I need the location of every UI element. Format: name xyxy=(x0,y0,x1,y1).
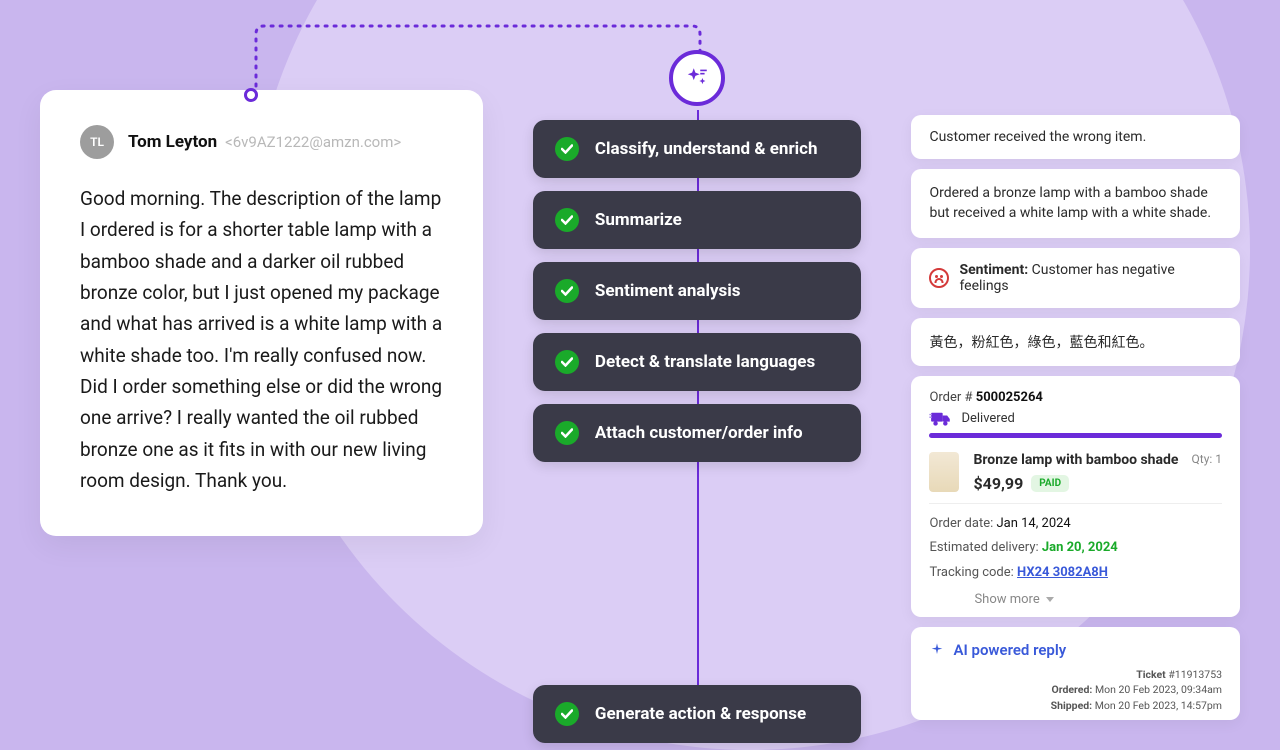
step-label: Sentiment analysis xyxy=(595,281,741,301)
avatar: TL xyxy=(80,125,114,159)
chevron-down-icon xyxy=(1046,597,1054,602)
order-details: Order date: Jan 14, 2024 Estimated deliv… xyxy=(929,512,1222,586)
truck-icon xyxy=(929,411,951,427)
output-summarize: Ordered a bronze lamp with a bamboo shad… xyxy=(911,169,1240,238)
output-reply: AI powered reply Ticket #11913753 Ordere… xyxy=(911,627,1240,720)
check-icon xyxy=(555,350,579,374)
step-label: Detect & translate languages xyxy=(595,352,815,372)
order-number: Order # 500025264 xyxy=(929,390,1222,405)
sender-name: Tom Leyton xyxy=(128,132,217,152)
check-icon xyxy=(555,137,579,161)
check-icon xyxy=(555,702,579,726)
connector-end-dot xyxy=(244,88,258,102)
paid-badge: PAID xyxy=(1031,475,1069,492)
item-name: Bronze lamp with bamboo shade xyxy=(973,452,1178,468)
show-more-button[interactable]: Show more xyxy=(929,592,1222,607)
step-label: Classify, understand & enrich xyxy=(595,139,818,159)
delivery-progress xyxy=(929,433,1222,438)
sparkle-icon xyxy=(684,65,710,91)
order-status: Delivered xyxy=(961,411,1222,426)
output-classify: Customer received the wrong item. xyxy=(911,115,1240,159)
reply-title: AI powered reply xyxy=(929,641,1222,659)
check-icon xyxy=(555,208,579,232)
sentiment-label: Sentiment: xyxy=(959,262,1028,278)
sad-face-icon xyxy=(929,268,949,288)
step-attach[interactable]: Attach customer/order info xyxy=(533,404,862,462)
email-card: TL Tom Leyton <6v9AZ1222@amzn.com> Good … xyxy=(40,90,483,536)
ai-sparkle-badge xyxy=(669,50,725,106)
step-summarize[interactable]: Summarize xyxy=(533,191,862,249)
step-label: Summarize xyxy=(595,210,682,230)
item-thumbnail xyxy=(929,452,959,492)
email-header: TL Tom Leyton <6v9AZ1222@amzn.com> xyxy=(80,125,443,159)
step-translate[interactable]: Detect & translate languages xyxy=(533,333,862,391)
step-classify[interactable]: Classify, understand & enrich xyxy=(533,120,862,178)
output-sentiment: Sentiment: Customer has negative feeling… xyxy=(911,248,1240,308)
ticket-info: Ticket #11913753 Ordered: Mon 20 Feb 202… xyxy=(929,667,1222,714)
item-price: $49,99 xyxy=(973,474,1023,493)
output-translate: 黃色，粉紅色，綠色，藍色和紅色。 xyxy=(911,318,1240,366)
tracking-link[interactable]: HX24 3082A8H xyxy=(1017,565,1108,580)
sender-email: <6v9AZ1222@amzn.com> xyxy=(225,133,401,151)
sparkle-icon xyxy=(929,642,945,658)
check-icon xyxy=(555,421,579,445)
email-body: Good morning. The description of the lam… xyxy=(80,183,443,496)
step-sentiment[interactable]: Sentiment analysis xyxy=(533,262,862,320)
step-label: Attach customer/order info xyxy=(595,423,803,443)
check-icon xyxy=(555,279,579,303)
step-generate[interactable]: Generate action & response xyxy=(533,685,862,743)
step-label: Generate action & response xyxy=(595,704,806,724)
output-order: Order # 500025264 Delivered Bro xyxy=(911,376,1240,617)
order-item-row: Bronze lamp with bamboo shade Qty: 1 $49… xyxy=(929,452,1222,504)
item-qty: Qty: 1 xyxy=(1192,452,1223,466)
